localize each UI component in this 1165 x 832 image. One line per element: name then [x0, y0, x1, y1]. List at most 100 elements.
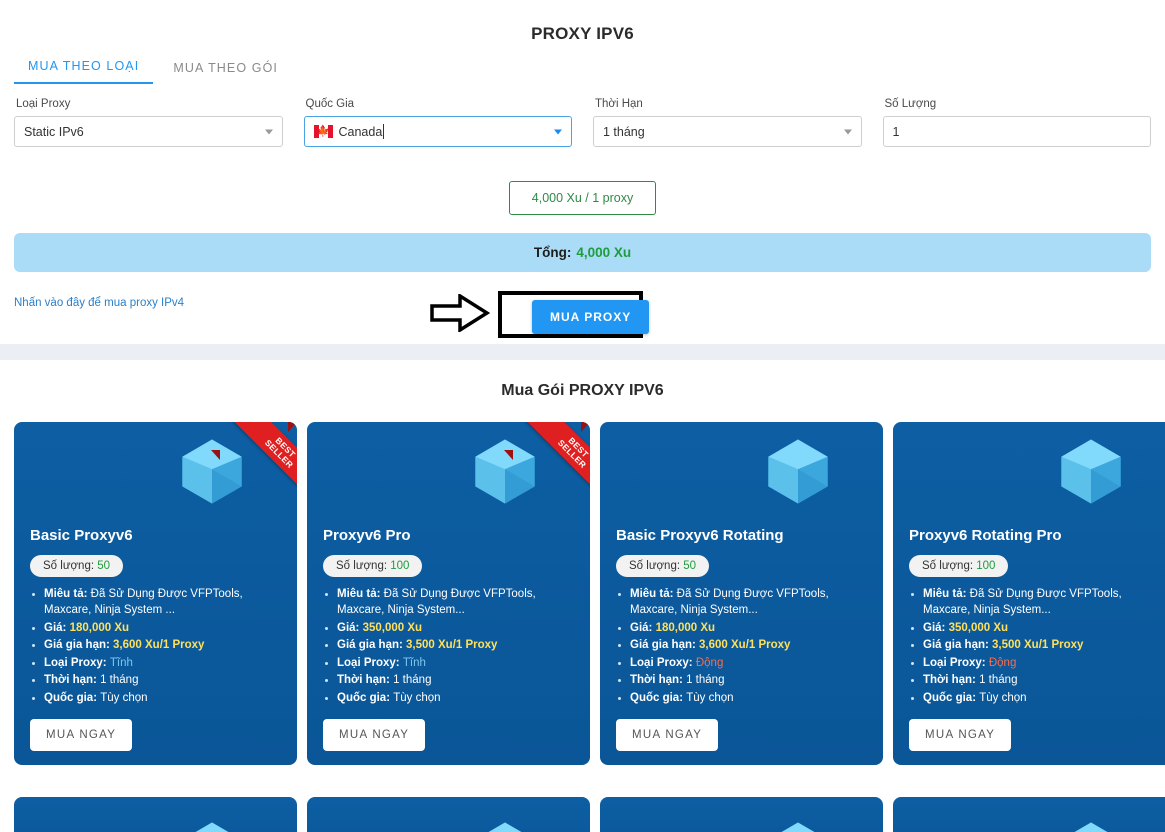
- feature-label: Giá:: [337, 621, 360, 634]
- buy-ipv4-link[interactable]: Nhấn vào đây để mua proxy IPv4: [14, 297, 184, 309]
- field-quantity: Số Lượng 1: [882, 98, 1151, 147]
- gem-icon: [768, 439, 828, 504]
- feature-label: Quốc gia:: [923, 691, 977, 704]
- feature-value: Tùy chọn: [686, 691, 734, 704]
- quantity-badge-value: 100: [976, 559, 996, 572]
- package-feature: Giá gia hạn: 3,500 Xu/1 Proxy: [325, 637, 576, 654]
- package-card[interactable]: [893, 797, 1165, 832]
- package-feature: Miêu tả: Đã Sử Dụng Được VFPTools, Maxca…: [32, 586, 283, 619]
- card-header: BEST SELLER: [14, 422, 297, 530]
- card-header: [893, 422, 1165, 530]
- feature-label: Thời hạn:: [923, 674, 976, 686]
- feature-label: Thời hạn:: [44, 674, 97, 686]
- package-card[interactable]: Proxyv6 Rotating Pro Số lượng: 100 Miêu tả…: [893, 422, 1165, 765]
- quantity-badge: Số lượng: 50: [30, 554, 124, 577]
- package-card[interactable]: [600, 797, 883, 832]
- package-card[interactable]: [307, 797, 590, 832]
- feature-label: Loại Proxy:: [44, 656, 107, 669]
- ribbon-band: BEST SELLER: [519, 422, 590, 507]
- ribbon-tail-left: [504, 450, 513, 460]
- package-card[interactable]: [14, 797, 297, 832]
- unit-price-chip[interactable]: 4,000 Xu / 1 proxy: [508, 181, 657, 215]
- tab-mua-theo-loai[interactable]: MUA THEO LOẠI: [14, 55, 154, 84]
- gem-icon: [488, 822, 522, 832]
- feature-value: Tùy chọn: [393, 691, 441, 704]
- feature-value: 180,000 Xu: [69, 621, 130, 634]
- card-header: BEST SELLER: [307, 422, 590, 530]
- buy-now-button[interactable]: MUA NGAY: [323, 719, 426, 751]
- package-feature: Loại Proxy: Tĩnh: [32, 655, 283, 672]
- quantity-badge: Số lượng: 50: [616, 554, 710, 577]
- package-feature: Loại Proxy: Động: [618, 655, 869, 672]
- feature-label: Loại Proxy:: [923, 656, 986, 669]
- quantity-label: Số Lượng: [884, 98, 937, 110]
- package-card[interactable]: BEST SELLER Basic Proxyv6 Số lượng: 50 Miêu …: [14, 422, 297, 765]
- package-feature-list: Miêu tả: Đã Sử Dụng Được VFPTools, Maxca…: [14, 586, 297, 707]
- package-feature: Quốc gia: Tùy chọn: [911, 690, 1162, 707]
- feature-value: 180,000 Xu: [655, 621, 716, 634]
- card-header: [600, 422, 883, 530]
- packages-section: Mua Gói PROXY IPV6 BEST SELLER Basic Proxy…: [0, 360, 1165, 832]
- feature-label: Quốc gia:: [630, 691, 684, 704]
- ribbon-tail-left: [211, 450, 220, 460]
- gem-icon-wrap: [1052, 821, 1130, 832]
- quantity-badge-value: 100: [390, 559, 410, 572]
- package-card[interactable]: Basic Proxyv6 Rotating Số lượng: 50 Miêu t…: [600, 422, 883, 765]
- feature-label: Giá gia hạn:: [44, 639, 110, 651]
- chevron-down-icon: [843, 129, 852, 134]
- feature-label: Thời hạn:: [630, 674, 683, 686]
- buy-proxy-button[interactable]: MUA PROXY: [532, 300, 650, 334]
- feature-value: 1 tháng: [686, 674, 725, 686]
- package-feature: Giá: 180,000 Xu: [618, 620, 869, 637]
- country-select[interactable]: 🍁 Canada: [303, 116, 572, 147]
- packages-title: Mua Gói PROXY IPV6: [501, 382, 664, 399]
- quantity-value: 1: [892, 124, 900, 139]
- package-name: Proxyv6 Rotating Pro: [909, 527, 1062, 544]
- text-cursor: [383, 124, 385, 139]
- quantity-badge-label: Số lượng:: [922, 559, 974, 572]
- gem-icon-wrap: [173, 821, 251, 832]
- package-feature-list: Miêu tả: Đã Sử Dụng Được VFPTools, Maxca…: [600, 586, 883, 707]
- package-feature: Miêu tả: Đã Sử Dụng Được VFPTools, Maxca…: [325, 586, 576, 619]
- package-feature-list: Miêu tả: Đã Sử Dụng Được VFPTools, Maxca…: [307, 586, 590, 707]
- package-feature: Quốc gia: Tùy chọn: [32, 690, 283, 707]
- package-feature: Thời hạn: 1 tháng: [325, 672, 576, 689]
- feature-value: Tùy chọn: [100, 691, 148, 704]
- package-card-grid-next-row: [0, 775, 1165, 832]
- total-value: 4,000 Xu: [576, 245, 632, 260]
- feature-value: 3,600 Xu/1 Proxy: [699, 639, 791, 651]
- quantity-badge-label: Số lượng:: [43, 559, 95, 572]
- feature-label: Miêu tả:: [630, 587, 674, 600]
- package-feature: Giá gia hạn: 3,600 Xu/1 Proxy: [618, 637, 869, 654]
- country-value: Canada: [338, 124, 383, 139]
- best-seller-ribbon: BEST SELLER: [211, 422, 297, 508]
- package-name: Proxyv6 Pro: [323, 527, 411, 544]
- ribbon-band: BEST SELLER: [226, 422, 297, 507]
- tab-mua-theo-goi[interactable]: MUA THEO GÓI: [159, 57, 292, 84]
- buy-now-button[interactable]: MUA NGAY: [909, 719, 1012, 751]
- right-arrow-annotation-icon: [430, 294, 490, 332]
- feature-label: Giá gia hạn:: [337, 639, 403, 651]
- gem-icon: [195, 822, 229, 832]
- quantity-input[interactable]: 1: [882, 116, 1151, 147]
- duration-select[interactable]: 1 tháng: [593, 116, 862, 147]
- package-card[interactable]: BEST SELLER Proxyv6 Pro Số lượng: 100 Miêu t…: [307, 422, 590, 765]
- buy-now-button[interactable]: MUA NGAY: [616, 719, 719, 751]
- package-feature: Giá: 350,000 Xu: [911, 620, 1162, 637]
- proxy-type-select[interactable]: Static IPv6: [14, 116, 283, 147]
- feature-value: 1 tháng: [100, 674, 139, 686]
- gem-icon: [781, 822, 815, 832]
- feature-value: 350,000 Xu: [948, 621, 1009, 634]
- package-feature: Giá: 350,000 Xu: [325, 620, 576, 637]
- total-label: Tổng:: [533, 245, 572, 260]
- best-seller-ribbon: BEST SELLER: [504, 422, 590, 508]
- gem-icon-wrap: [759, 438, 837, 510]
- ribbon-tail-right: [288, 422, 297, 432]
- section-separator: [0, 344, 1165, 360]
- feature-value: Tùy chọn: [979, 691, 1027, 704]
- card-header: [307, 797, 590, 832]
- feature-label: Giá:: [630, 621, 653, 634]
- buy-now-button[interactable]: MUA NGAY: [30, 719, 133, 751]
- total-bar: Tổng: 4,000 Xu: [14, 233, 1151, 272]
- feature-label: Giá gia hạn:: [923, 639, 989, 651]
